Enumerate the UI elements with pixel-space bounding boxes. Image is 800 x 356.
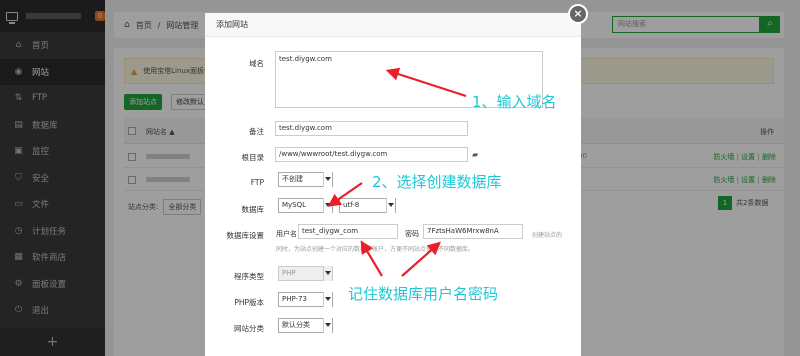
arrow-database	[327, 182, 363, 207]
arrow-domain	[385, 67, 467, 98]
annotation-step1: 1、输入域名	[472, 93, 557, 111]
annotation-step2: 2、选择创建数据库	[372, 173, 502, 191]
arrow-db-password	[401, 241, 441, 277]
annotation-step3: 记住数据库用户名密码	[348, 285, 499, 303]
arrow-db-user	[360, 240, 383, 277]
